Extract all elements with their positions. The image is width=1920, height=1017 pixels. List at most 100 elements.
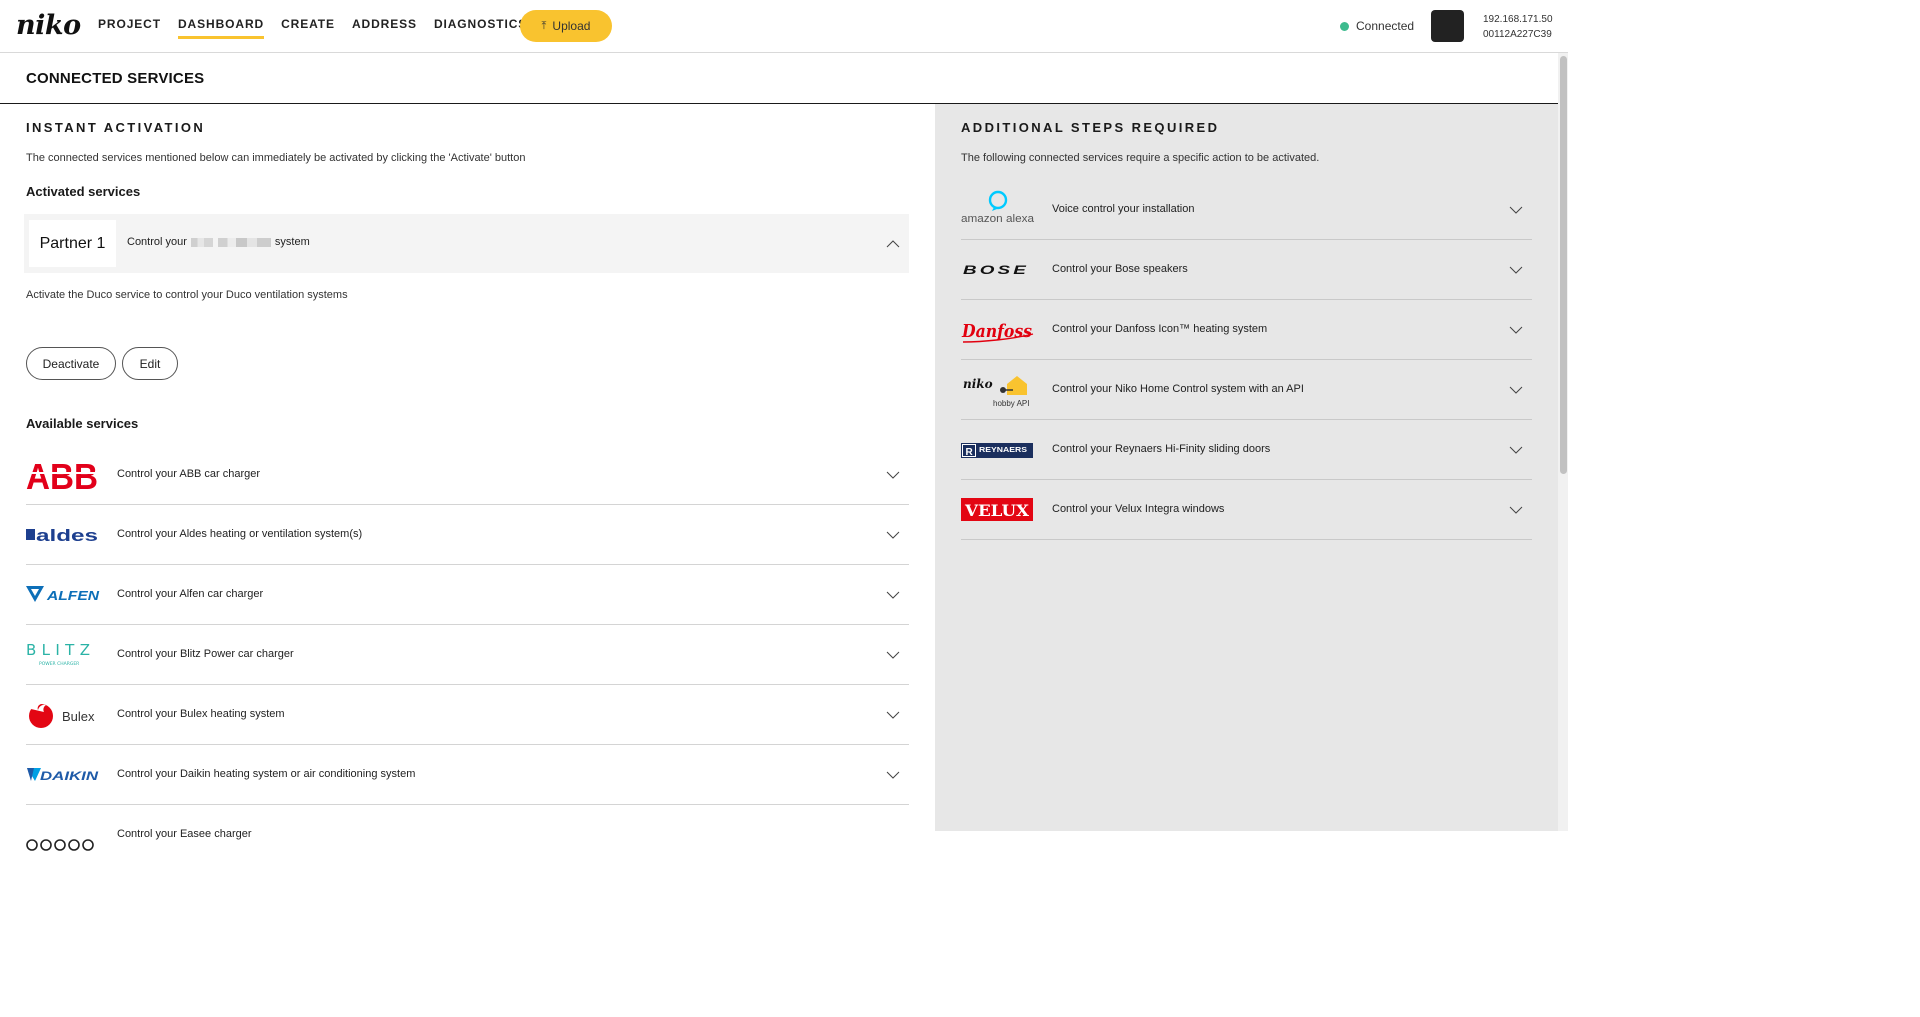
device-ip: 192.168.171.50 (1483, 14, 1553, 25)
svg-text:amazon alexa: amazon alexa (961, 213, 1035, 225)
bulex-logo: Bulex (29, 703, 95, 728)
chevron-down-icon[interactable] (1509, 206, 1523, 214)
status-label: Connected (1356, 19, 1415, 33)
chevron-down-icon[interactable] (886, 531, 900, 539)
service-row-bose[interactable]: BOSE Control your Bose speakers (961, 240, 1532, 300)
service-row-aldes[interactable]: aldes Control your Aldes heating or vent… (26, 505, 909, 565)
svg-text:hobby API: hobby API (993, 399, 1029, 408)
partner-logo: Partner 1 (29, 220, 116, 267)
device-id: 00112A227C39 (1483, 29, 1552, 40)
status-dot-icon (1340, 21, 1349, 31)
svg-text:ABB: ABB (26, 456, 98, 493)
service-row-abb[interactable]: ABB Control your ABB car charger (26, 445, 909, 505)
activated-service-text: Control your system (127, 236, 310, 248)
nav-diagnostics-label: DIAGNOSTICS (433, 17, 528, 31)
edit-button[interactable]: Edit (122, 347, 178, 380)
svg-text:aldes: aldes (36, 526, 98, 545)
service-row-danfoss[interactable]: Danfoss Control your Danfoss Icon™ heati… (961, 300, 1532, 360)
service-text: Control your Blitz Power car charger (117, 648, 294, 660)
deactivate-button[interactable]: Deactivate (26, 347, 116, 380)
bose-logo: BOSE (963, 263, 1029, 277)
chevron-down-icon[interactable] (1509, 326, 1523, 334)
service-text: Control your Niko Home Control system wi… (1052, 383, 1304, 395)
upload-icon: ⤒ (541, 19, 547, 32)
activated-services-heading: Activated services (26, 184, 141, 199)
service-text: Control your ABB car charger (117, 468, 261, 480)
chevron-down-icon[interactable] (886, 711, 900, 719)
service-row-daikin[interactable]: DAIKIN Control your Daikin heating syste… (26, 745, 909, 805)
chevron-down-icon[interactable] (886, 471, 900, 479)
instant-activation-heading: INSTANT ACTIVATION (26, 120, 206, 135)
instant-activation-description: The connected services mentioned below c… (26, 152, 526, 164)
service-text: Control your Easee charger (117, 828, 252, 840)
nav-address[interactable]: ADDRESS (352, 0, 417, 52)
service-text: Control your Aldes heating or ventilatio… (117, 528, 363, 540)
service-row-easee[interactable]: Control your Easee charger (26, 805, 909, 865)
additional-steps-heading: ADDITIONAL STEPS REQUIRED (961, 120, 1220, 135)
activated-text-after: system (274, 236, 310, 248)
svg-text:BOSE: BOSE (963, 263, 1029, 277)
upload-button[interactable]: ⤒ Upload (520, 10, 612, 42)
service-row-alfen[interactable]: ALFEN Control your Alfen car charger (26, 565, 909, 625)
svg-text:DAIKIN: DAIKIN (40, 769, 98, 783)
svg-text:REYNAERS: REYNAERS (979, 447, 1027, 454)
service-row-alexa[interactable]: amazon alexa Voice control your installa… (961, 180, 1532, 240)
scrollbar-thumb[interactable] (1560, 56, 1567, 474)
chevron-down-icon[interactable] (1509, 446, 1523, 454)
main-nav: PROJECT DASHBOARD CREATE ADDRESS DIAGNOS… (98, 0, 558, 52)
service-text: Voice control your installation (1052, 203, 1195, 215)
upload-label: Upload (552, 19, 591, 33)
svg-text:BLITZ: BLITZ (26, 641, 96, 659)
additional-steps-description: The following connected services require… (961, 152, 1320, 164)
chevron-down-icon[interactable] (886, 651, 900, 659)
svg-text:ALFEN: ALFEN (46, 588, 100, 603)
chevron-down-icon[interactable] (1509, 266, 1523, 274)
service-row-blitz[interactable]: BLITZ POWER CHARGER Control your Blitz P… (26, 625, 909, 685)
device-info: 192.168.171.50 00112A227C39 (1483, 12, 1553, 42)
activated-service-detail: Activate the Duco service to control you… (26, 289, 348, 301)
reynaers-logo: R REYNAERS (961, 443, 1033, 458)
abb-logo: ABB (26, 456, 100, 493)
service-text: Control your Reynaers Hi-Finity sliding … (1052, 443, 1271, 455)
alfen-logo: ALFEN (26, 586, 100, 603)
chevron-down-icon[interactable] (886, 591, 900, 599)
available-services-list: ABB Control your ABB car charger aldes C… (26, 445, 909, 865)
additional-services-list: amazon alexa Voice control your installa… (961, 180, 1532, 540)
niko-hobby-api-logo: niko hobby API (963, 376, 1029, 408)
chevron-down-icon[interactable] (1509, 506, 1523, 514)
svg-text:Bulex: Bulex (62, 709, 95, 724)
service-text: Control your Daikin heating system or ai… (117, 768, 416, 780)
danfoss-logo: Danfoss (961, 321, 1034, 343)
device-icon[interactable] (1431, 10, 1464, 42)
nav-project[interactable]: PROJECT (98, 0, 161, 52)
activated-text-before: Control your (127, 236, 187, 248)
instant-activation-panel: INSTANT ACTIVATION The connected service… (0, 104, 935, 851)
daikin-logo: DAIKIN (27, 768, 98, 783)
service-row-niko-hobby-api[interactable]: niko hobby API Control your Niko Home Co… (961, 360, 1532, 420)
nav-dashboard[interactable]: DASHBOARD (177, 0, 265, 52)
service-text: Control your Alfen car charger (117, 588, 264, 600)
aldes-logo: aldes (26, 526, 98, 545)
chevron-up-icon[interactable] (886, 240, 900, 248)
nav-create[interactable]: CREATE (281, 0, 335, 52)
activated-service-card[interactable]: Partner 1 Control your system (24, 214, 909, 273)
service-text: Control your Bose speakers (1052, 263, 1188, 275)
service-row-reynaers[interactable]: R REYNAERS Control your Reynaers Hi-Fini… (961, 420, 1532, 480)
amazon-alexa-logo: amazon alexa (961, 190, 1035, 225)
service-text: Control your Bulex heating system (117, 708, 285, 720)
blitz-logo: BLITZ POWER CHARGER (26, 641, 96, 667)
velux-logo: VELUX (961, 498, 1033, 521)
service-row-bulex[interactable]: Bulex Control your Bulex heating system (26, 685, 909, 745)
svg-text:Danfoss: Danfoss (961, 321, 1032, 342)
niko-logo[interactable]: niko (16, 10, 81, 41)
additional-steps-panel: ADDITIONAL STEPS REQUIRED The following … (935, 104, 1558, 831)
top-bar: niko PROJECT DASHBOARD CREATE ADDRESS DI… (0, 0, 1568, 53)
svg-text:POWER CHARGER: POWER CHARGER (39, 661, 79, 667)
page-title: CONNECTED SERVICES (26, 70, 205, 87)
service-row-velux[interactable]: VELUX Control your Velux Integra windows (961, 480, 1532, 540)
easee-logo (26, 839, 94, 851)
chevron-down-icon[interactable] (886, 771, 900, 779)
redacted-text (190, 237, 213, 247)
chevron-down-icon[interactable] (1509, 386, 1523, 394)
svg-text:VELUX: VELUX (964, 501, 1030, 520)
